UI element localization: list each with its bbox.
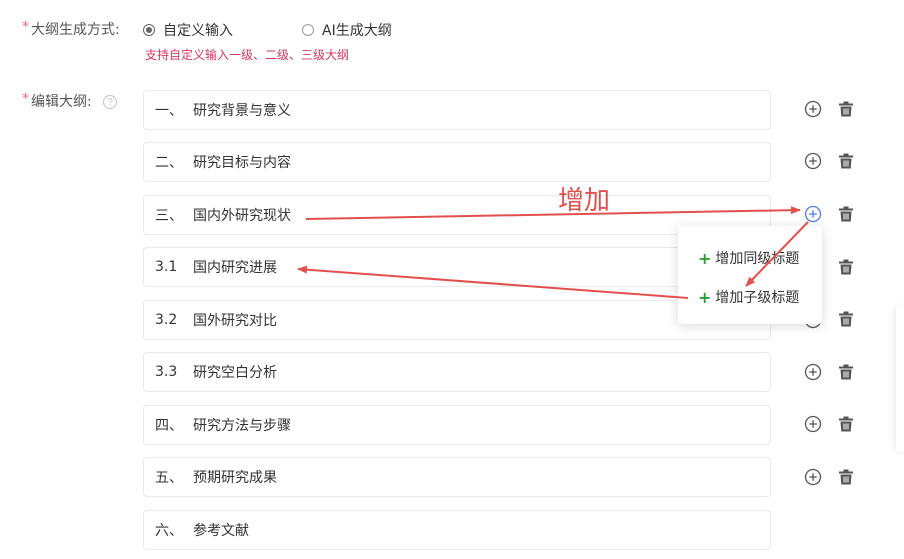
- arrow-to-child-row: [297, 265, 689, 299]
- arrow-to-menu-item: [745, 221, 809, 287]
- arrow-to-add-icon: [305, 206, 801, 220]
- annotation-arrows: [297, 206, 809, 299]
